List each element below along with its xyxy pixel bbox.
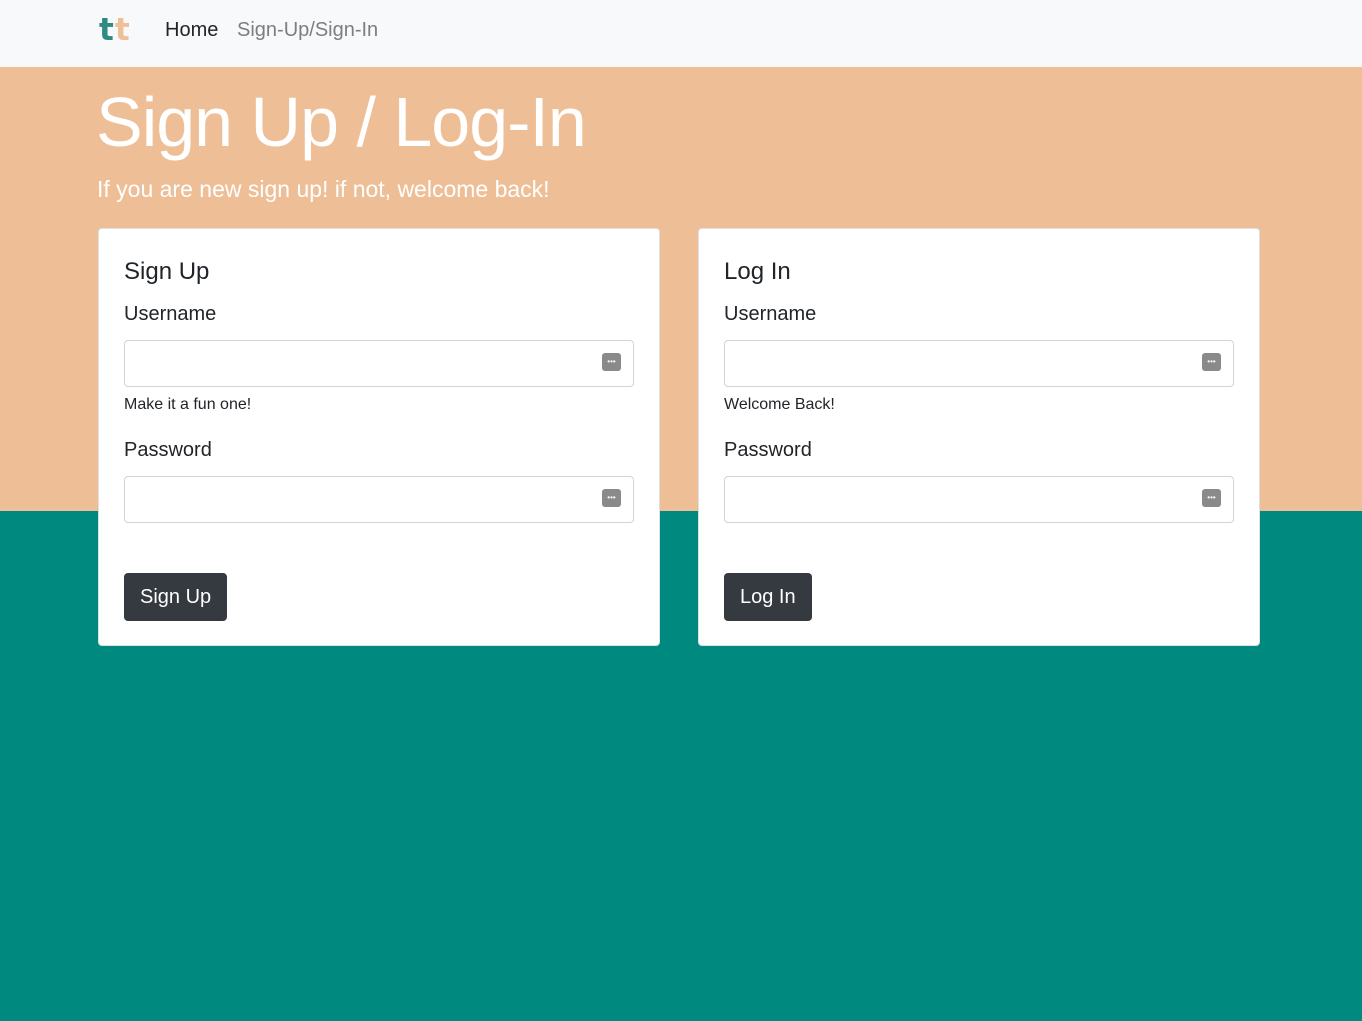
password-manager-key-icon[interactable]: ••• [1202,353,1221,371]
login-password-label: Password [724,439,812,461]
login-username-help: Welcome Back! [724,396,835,413]
signup-password-label: Password [124,439,212,461]
signup-password-input[interactable] [125,477,633,522]
password-manager-key-icon[interactable]: ••• [1202,489,1221,507]
login-username-field: ••• [724,340,1234,387]
brand-letter-2: t [114,12,131,48]
nav-link-signup-signin[interactable]: Sign-Up/Sign-In [237,19,378,42]
page-title: Sign Up / Log-In [96,83,587,161]
signup-button[interactable]: Sign Up [124,573,228,621]
login-card-title: Log In [724,258,791,285]
login-username-input[interactable] [725,341,1233,386]
navbar: tt Home Sign-Up/Sign-In [0,0,1362,67]
signup-card-title: Sign Up [124,258,210,285]
login-password-field: ••• [724,476,1234,523]
page-subtitle: If you are new sign up! if not, welcome … [97,176,550,202]
login-button[interactable]: Log In [724,573,812,621]
password-manager-key-icon[interactable]: ••• [602,353,621,371]
signup-card: Sign Up Username ••• Make it a fun one! … [98,228,660,646]
signup-username-input[interactable] [125,341,633,386]
signup-username-help: Make it a fun one! [124,396,252,413]
brand-logo[interactable]: tt [99,12,131,48]
password-manager-key-icon[interactable]: ••• [602,489,621,507]
login-card: Log In Username ••• Welcome Back! Passwo… [698,228,1260,646]
login-username-label: Username [724,303,817,325]
signup-username-label: Username [124,303,217,325]
signup-password-field: ••• [124,476,634,523]
login-password-input[interactable] [725,477,1233,522]
brand-letter-1: t [99,12,115,48]
signup-username-field: ••• [124,340,634,387]
nav-link-home[interactable]: Home [165,19,218,42]
